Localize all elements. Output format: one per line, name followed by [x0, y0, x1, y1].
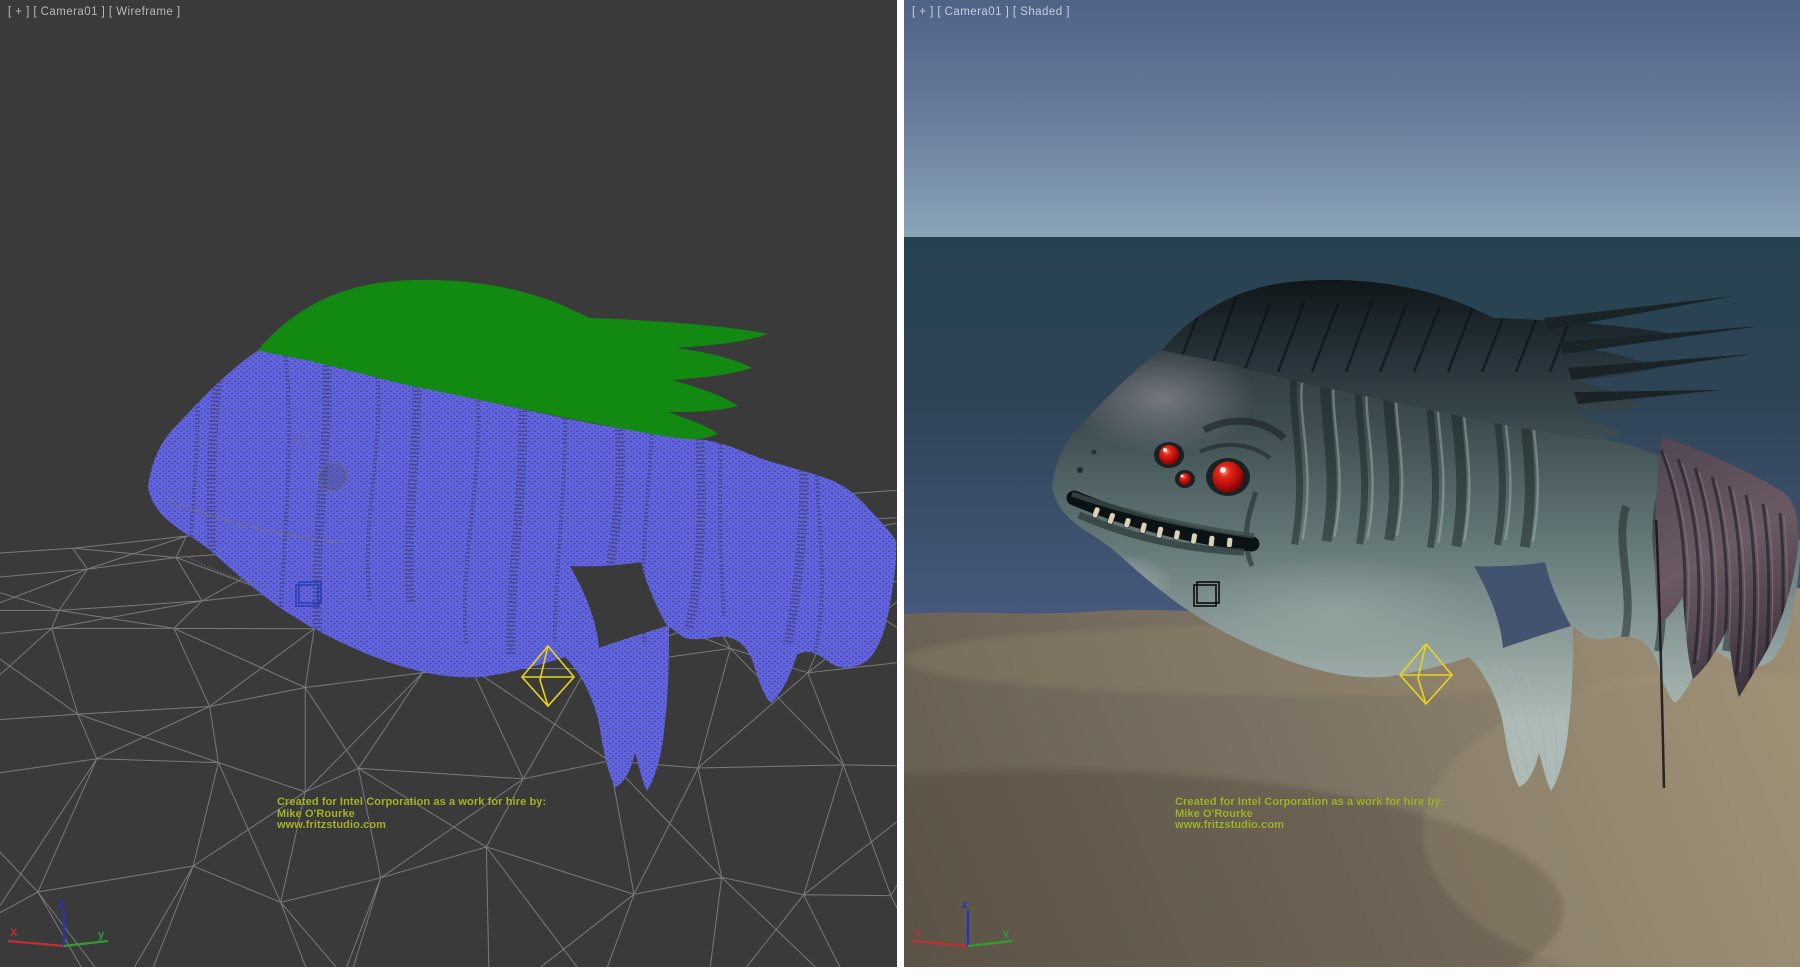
axis-tripod-left: X Z y: [2, 898, 122, 962]
viewport-label-left[interactable]: [ + ] [ Camera01 ] [ Wireframe ]: [8, 6, 181, 18]
viewport-label-right[interactable]: [ + ] [ Camera01 ] [ Shaded ]: [912, 6, 1070, 18]
eye-third: [1179, 473, 1191, 485]
viewport-shaded[interactable]: [ + ] [ Camera01 ] [ Shaded ] Created fo…: [904, 0, 1800, 967]
svg-text:Z: Z: [58, 899, 65, 911]
dual-viewport-window: [ + ] [ Camera01 ] [ Wireframe ] Created…: [0, 0, 1800, 978]
svg-text:y: y: [98, 929, 105, 941]
svg-text:z: z: [962, 899, 968, 911]
eye-large: [1213, 462, 1244, 493]
viewport-wireframe[interactable]: [ + ] [ Camera01 ] [ Wireframe ] Created…: [0, 0, 897, 967]
attribution-text-left: Created for Intel Corporation as a work …: [277, 797, 546, 832]
svg-text:x: x: [914, 927, 921, 939]
eye-small: [1159, 445, 1179, 465]
viewport-splitter[interactable]: [897, 0, 904, 978]
axis-tripod-right: x z Y: [906, 898, 1026, 962]
svg-text:Y: Y: [1002, 929, 1010, 941]
attribution-text-right: Created for Intel Corporation as a work …: [1175, 797, 1444, 832]
fish-wireframe[interactable]: [148, 280, 896, 791]
svg-text:X: X: [10, 927, 18, 939]
